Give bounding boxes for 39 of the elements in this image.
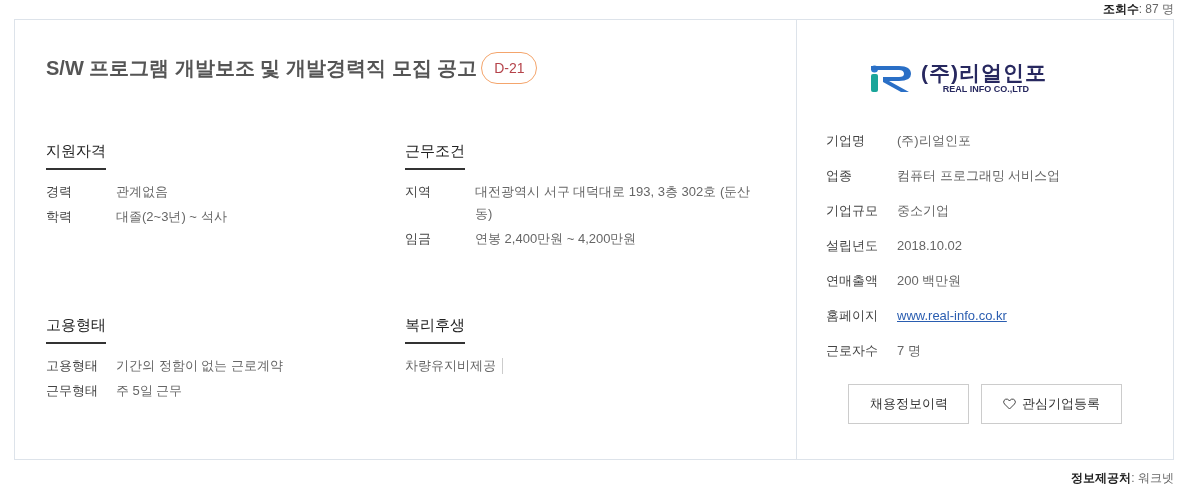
field-value: 대전광역시 서구 대덕대로 193, 3층 302호 (둔산동)	[475, 183, 752, 223]
field-label: 지역	[405, 183, 432, 201]
field-value: 주 5일 근무	[116, 382, 183, 400]
field-value: 기간의 정함이 없는 근로계약	[116, 357, 283, 375]
field-label: 경력	[46, 183, 73, 201]
field-label: 고용형태	[46, 357, 99, 375]
info-label: 설립년도	[826, 237, 879, 255]
info-label: 기업명	[826, 132, 866, 150]
field-label: 학력	[46, 208, 73, 226]
field-label: 근무형태	[46, 382, 99, 400]
info-label: 연매출액	[826, 272, 879, 290]
field-label: 임금	[405, 230, 432, 248]
info-value: 중소기업	[897, 202, 949, 220]
section-heading: 근무조건	[405, 142, 465, 170]
info-label: 기업규모	[826, 202, 879, 220]
company-logo-name: (주)리얼인포	[921, 61, 1047, 84]
section-heading: 고용형태	[46, 316, 106, 344]
heart-icon	[1003, 398, 1016, 410]
info-label: 근로자수	[826, 342, 879, 360]
info-value: 200 백만원	[897, 272, 962, 290]
info-label: 업종	[826, 167, 853, 185]
favorite-company-button[interactable]: 관심기업등록	[981, 384, 1122, 424]
info-label: 홈페이지	[826, 307, 879, 325]
company-logo-subtitle: REAL INFO CO.,LTD	[942, 83, 1029, 95]
info-value: 7 명	[897, 342, 921, 360]
info-value: (주)리얼인포	[897, 132, 971, 150]
field-value: 대졸(2~3년) ~ 석사	[116, 208, 227, 226]
field-value: 연봉 2,400만원 ~ 4,200만원	[475, 230, 637, 248]
field-value: 관계없음	[116, 183, 168, 201]
hiring-history-button[interactable]: 채용정보이력	[848, 384, 969, 424]
info-value: 2018.10.02	[897, 237, 963, 255]
homepage-link[interactable]: www.real-info.co.kr	[897, 305, 1007, 327]
benefit-tag: 차량유지비제공	[405, 358, 503, 374]
posting-title: S/W 프로그램 개발보조 및 개발경력직 모집 공고	[46, 55, 478, 81]
source-note: 정보제공처: 워크넷	[1070, 470, 1174, 487]
section-heading: 복리후생	[405, 316, 465, 344]
section-heading: 지원자격	[46, 142, 106, 170]
info-value: 컴퓨터 프로그래밍 서비스업	[897, 167, 1061, 185]
view-count: 조회수: 87 명	[1101, 1, 1174, 18]
